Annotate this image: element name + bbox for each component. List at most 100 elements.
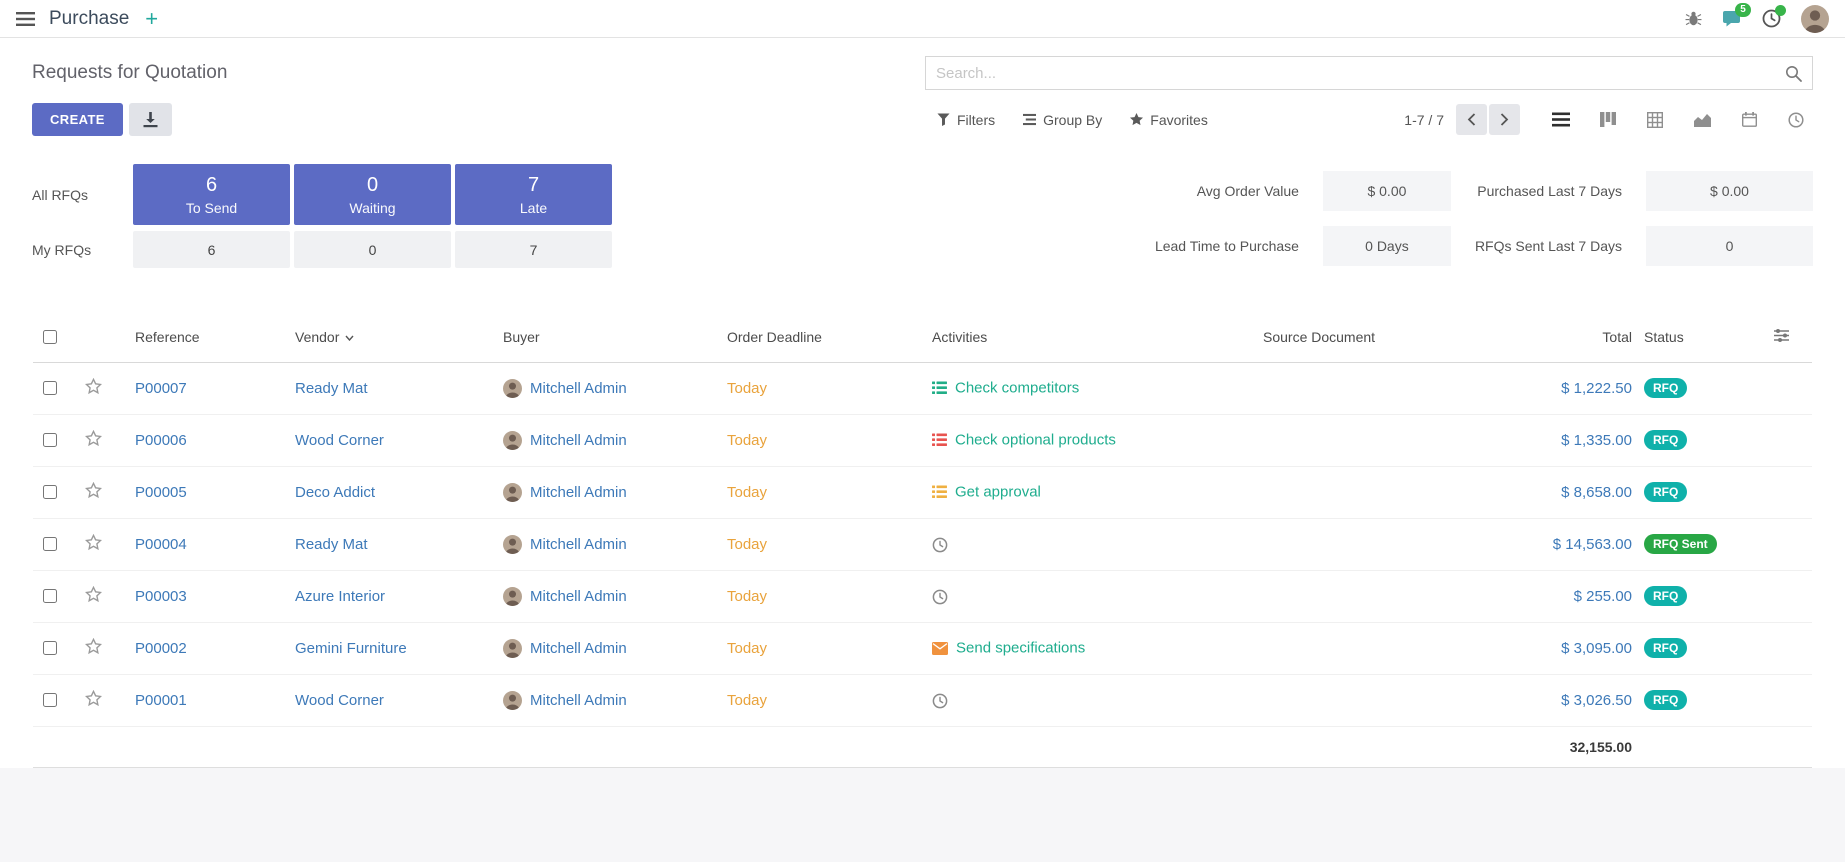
activity-label[interactable]: Check competitors xyxy=(955,380,1079,397)
column-header-activities[interactable]: Activities xyxy=(926,312,1257,362)
search-icon[interactable] xyxy=(1785,65,1802,82)
optional-columns-icon[interactable] xyxy=(1774,329,1789,342)
activity-label[interactable]: Check optional products xyxy=(955,432,1116,449)
favorite-star-icon[interactable] xyxy=(85,690,102,707)
stat-value-avg-order-value: $ 0.00 xyxy=(1323,171,1451,211)
vendor-link[interactable]: Deco Addict xyxy=(295,484,375,501)
reference-link[interactable]: P00001 xyxy=(135,692,187,709)
vendor-link[interactable]: Gemini Furniture xyxy=(295,640,407,657)
buyer-link[interactable]: Mitchell Admin xyxy=(530,692,627,709)
activity-list-icon[interactable] xyxy=(932,485,947,499)
row-select-checkbox[interactable] xyxy=(43,693,57,707)
vendor-link[interactable]: Ready Mat xyxy=(295,536,368,553)
calendar-view-icon[interactable] xyxy=(1732,104,1766,135)
activity-clock-icon[interactable] xyxy=(932,537,948,553)
sort-caret-icon xyxy=(345,335,354,341)
table-row[interactable]: P00004Ready MatMitchell AdminToday$ 14,5… xyxy=(33,518,1812,570)
buyer-link[interactable]: Mitchell Admin xyxy=(530,640,627,657)
favorite-star-icon[interactable] xyxy=(85,430,102,447)
export-button[interactable] xyxy=(129,103,172,136)
vendor-link[interactable]: Wood Corner xyxy=(295,432,384,449)
activity-list-icon[interactable] xyxy=(932,381,947,395)
table-row[interactable]: P00007Ready MatMitchell AdminTodayCheck … xyxy=(33,362,1812,414)
status-badge: RFQ xyxy=(1644,586,1687,606)
favorites-button[interactable]: Favorites xyxy=(1118,106,1220,134)
reference-link[interactable]: P00005 xyxy=(135,484,187,501)
reference-link[interactable]: P00006 xyxy=(135,432,187,449)
row-select-checkbox[interactable] xyxy=(43,589,57,603)
tile-my-to-send[interactable]: 6 xyxy=(133,231,290,268)
buyer-link[interactable]: Mitchell Admin xyxy=(530,432,627,449)
favorite-star-icon[interactable] xyxy=(85,638,102,655)
activity-envelope-icon[interactable] xyxy=(932,642,948,655)
kanban-view-icon[interactable] xyxy=(1591,104,1625,135)
row-select-checkbox[interactable] xyxy=(43,485,57,499)
tile-waiting[interactable]: 0 Waiting xyxy=(294,164,451,225)
buyer-link[interactable]: Mitchell Admin xyxy=(530,536,627,553)
buyer-avatar xyxy=(503,379,522,398)
control-panel: Requests for Quotation CREATE Filte xyxy=(0,38,1845,148)
group-by-button[interactable]: Group By xyxy=(1011,106,1114,134)
apps-menu-icon[interactable] xyxy=(16,12,35,26)
row-select-checkbox[interactable] xyxy=(43,537,57,551)
column-header-total[interactable]: Total xyxy=(1488,312,1638,362)
column-header-source-document[interactable]: Source Document xyxy=(1257,312,1488,362)
reference-link[interactable]: P00004 xyxy=(135,536,187,553)
activity-list-icon[interactable] xyxy=(932,433,947,447)
order-deadline-value: Today xyxy=(727,484,767,501)
table-row[interactable]: P00005 Deco Addict Mitchell Admin Today Get … xyxy=(33,466,1812,518)
select-all-checkbox[interactable] xyxy=(43,330,57,344)
column-header-status[interactable]: Status xyxy=(1638,312,1768,362)
tile-late[interactable]: 7 Late xyxy=(455,164,612,225)
vendor-link[interactable]: Azure Interior xyxy=(295,588,385,605)
vendor-link[interactable]: Ready Mat xyxy=(295,380,368,397)
search-input[interactable] xyxy=(926,57,1785,89)
plus-icon[interactable]: + xyxy=(145,8,158,30)
group-by-icon xyxy=(1023,113,1036,126)
buyer-link[interactable]: Mitchell Admin xyxy=(530,588,627,605)
favorite-star-icon[interactable] xyxy=(85,534,102,551)
row-select-checkbox[interactable] xyxy=(43,641,57,655)
activity-view-icon[interactable] xyxy=(1779,104,1813,135)
activity-clock-icon[interactable] xyxy=(932,693,948,709)
column-header-reference[interactable]: Reference xyxy=(129,312,289,362)
pivot-view-icon[interactable] xyxy=(1638,104,1672,135)
column-header-vendor[interactable]: Vendor xyxy=(289,312,497,362)
debug-bug-icon[interactable] xyxy=(1685,10,1702,27)
pager-previous-button[interactable] xyxy=(1456,104,1487,135)
favorite-star-icon[interactable] xyxy=(85,482,102,499)
row-select-checkbox[interactable] xyxy=(43,381,57,395)
favorite-star-icon[interactable] xyxy=(85,378,102,395)
vendor-link[interactable]: Wood Corner xyxy=(295,692,384,709)
pager-next-button[interactable] xyxy=(1489,104,1520,135)
filters-button[interactable]: Filters xyxy=(925,106,1007,134)
user-avatar[interactable] xyxy=(1801,5,1829,33)
activities-clock-icon[interactable] xyxy=(1762,9,1781,28)
table-row[interactable]: P00002Gemini FurnitureMitchell AdminToda… xyxy=(33,622,1812,674)
column-header-buyer[interactable]: Buyer xyxy=(497,312,721,362)
table-row[interactable]: P00006Wood CornerMitchell AdminTodayChec… xyxy=(33,414,1812,466)
create-button[interactable]: CREATE xyxy=(32,103,123,136)
table-row[interactable]: P00001Wood CornerMitchell AdminToday$ 3,… xyxy=(33,674,1812,726)
graph-view-icon[interactable] xyxy=(1685,104,1719,135)
column-header-order-deadline[interactable]: Order Deadline xyxy=(721,312,926,362)
reference-link[interactable]: P00003 xyxy=(135,588,187,605)
messages-icon[interactable]: 5 xyxy=(1722,10,1742,28)
reference-link[interactable]: P00007 xyxy=(135,380,187,397)
activity-clock-icon[interactable] xyxy=(932,589,948,605)
buyer-link[interactable]: Mitchell Admin xyxy=(530,380,627,397)
activity-label[interactable]: Send specifications xyxy=(956,640,1085,657)
status-badge: RFQ xyxy=(1644,430,1687,450)
list-view-icon[interactable] xyxy=(1544,104,1578,135)
activity-label[interactable]: Get approval xyxy=(955,484,1041,501)
table-row[interactable]: P00003Azure InteriorMitchell AdminToday$… xyxy=(33,570,1812,622)
tile-my-late[interactable]: 7 xyxy=(455,231,612,268)
status-badge: RFQ xyxy=(1644,690,1687,710)
row-select-checkbox[interactable] xyxy=(43,433,57,447)
reference-link[interactable]: P00002 xyxy=(135,640,187,657)
buyer-link[interactable]: Mitchell Admin xyxy=(530,484,627,501)
app-name[interactable]: Purchase xyxy=(49,8,129,30)
favorite-star-icon[interactable] xyxy=(85,586,102,603)
tile-to-send[interactable]: 6 To Send xyxy=(133,164,290,225)
tile-my-waiting[interactable]: 0 xyxy=(294,231,451,268)
